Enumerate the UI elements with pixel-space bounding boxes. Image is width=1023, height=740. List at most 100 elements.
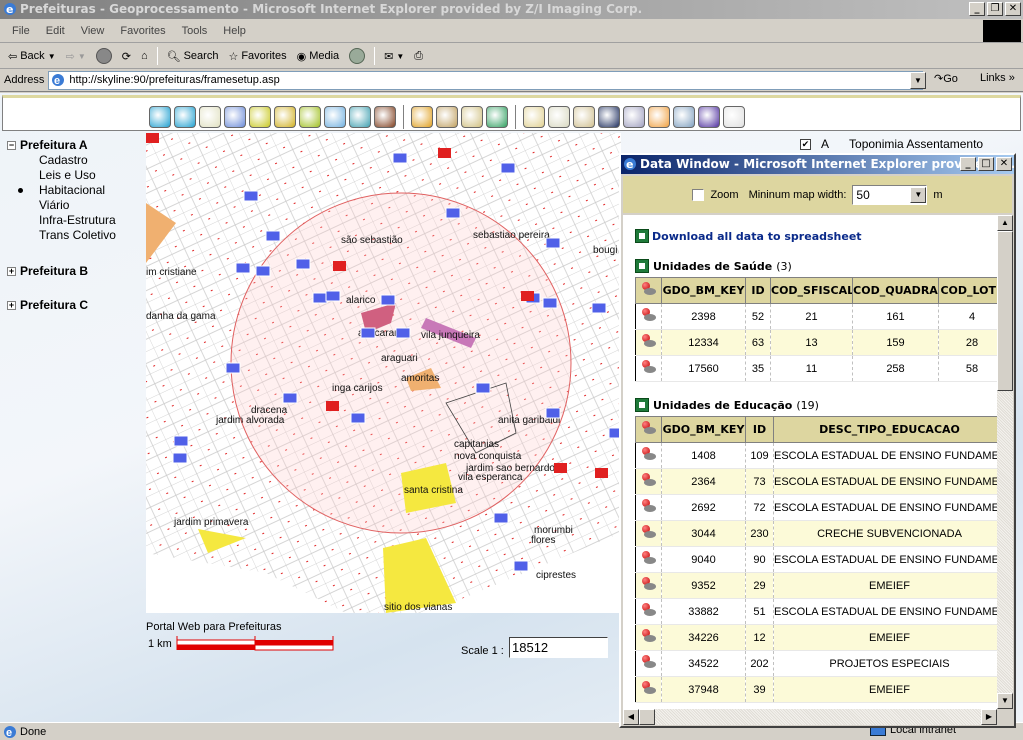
column-header[interactable]: GDO_BM_KEY (661, 277, 746, 304)
school-marker-icon[interactable] (265, 230, 281, 242)
pushpin-icon[interactable] (640, 629, 658, 643)
binoculars-tool-icon[interactable] (598, 106, 620, 128)
collapse-icon[interactable]: − (7, 140, 16, 150)
help-tool-icon[interactable] (698, 106, 720, 128)
locate-cell[interactable] (635, 442, 662, 469)
school-marker-icon[interactable] (395, 327, 411, 339)
locate-cell[interactable] (635, 329, 662, 356)
menu-favorites[interactable]: Favorites (112, 25, 173, 37)
query-tool-icon[interactable] (623, 106, 645, 128)
locate-cell[interactable] (635, 494, 662, 521)
map-canvas[interactable]: cedralsão sebastiãosebastiao pereiraboug… (146, 133, 621, 613)
school-marker-icon[interactable] (542, 297, 558, 309)
health-unit-marker-icon[interactable] (146, 133, 159, 143)
vertical-scrollbar[interactable]: ▲ ▼ (997, 215, 1013, 709)
xy-locate-tool-icon[interactable] (274, 106, 296, 128)
zoom-in-tool-icon[interactable] (149, 106, 171, 128)
nav-item-viario[interactable]: Viário (2, 198, 146, 213)
scroll-left-button[interactable]: ◀ (623, 709, 639, 725)
school-marker-icon[interactable] (172, 452, 188, 464)
locate-cell[interactable] (635, 520, 662, 547)
school-marker-icon[interactable] (445, 207, 461, 219)
report-tool-icon[interactable] (723, 106, 745, 128)
locate-cell[interactable] (635, 303, 662, 330)
locate-cell[interactable] (635, 572, 662, 599)
refresh-button[interactable]: ⟳ (118, 50, 135, 63)
horizontal-scrollbar[interactable]: ◀ ▶ (623, 709, 997, 725)
school-marker-icon[interactable] (243, 190, 259, 202)
school-marker-icon[interactable] (225, 362, 241, 374)
measure-line-tool-icon[interactable] (299, 106, 321, 128)
scroll-up-button[interactable]: ▲ (997, 215, 1013, 231)
pushpin-icon[interactable] (640, 447, 658, 461)
pushpin-icon[interactable] (640, 525, 658, 539)
dw-minimize-button[interactable]: _ (960, 157, 976, 171)
compass-tool-icon[interactable] (436, 106, 458, 128)
school-marker-icon[interactable] (591, 302, 607, 314)
go-button[interactable]: ↷Go (934, 72, 958, 85)
layer-checkbox[interactable]: ✔ (800, 138, 811, 150)
school-marker-icon[interactable] (493, 512, 509, 524)
nav-group-prefeitura-a[interactable]: − Prefeitura A (2, 137, 146, 153)
dw-maximize-button[interactable]: □ (978, 157, 994, 171)
scroll-thumb[interactable] (639, 709, 655, 725)
ruler-tool-icon[interactable] (461, 106, 483, 128)
home-button[interactable]: ⌂ (137, 50, 152, 62)
address-dropdown-button[interactable]: ▼ (910, 72, 926, 89)
stop-button[interactable] (92, 48, 116, 64)
nav-item-leis-e-uso[interactable]: Leis e Uso (2, 168, 146, 183)
pushpin-icon[interactable] (640, 681, 658, 695)
pan-tool-icon[interactable] (224, 106, 246, 128)
xy-goto-tool-icon[interactable] (411, 106, 433, 128)
download-spreadsheet-link[interactable]: Download all data to spreadsheet (635, 229, 997, 243)
nav-item-infra-estrutura[interactable]: Infra-Estrutura (2, 213, 146, 228)
dw-close-button[interactable]: ✕ (996, 157, 1012, 171)
pushpin-icon[interactable] (640, 577, 658, 591)
school-marker-icon[interactable] (360, 327, 376, 339)
address-input[interactable]: e http://skyline:90/prefeituras/frameset… (48, 70, 924, 90)
school-marker-icon[interactable] (173, 435, 189, 447)
nav-item-cadastro[interactable]: Cadastro (2, 153, 146, 168)
school-marker-icon[interactable] (475, 382, 491, 394)
pushpin-icon[interactable] (640, 473, 658, 487)
print-tool-icon[interactable] (673, 106, 695, 128)
nav-item-habitacional[interactable]: Habitacional (2, 183, 146, 198)
spreadsheet-icon[interactable] (635, 259, 649, 273)
pushpin-icon[interactable] (640, 308, 658, 322)
health-unit-marker-icon[interactable] (438, 148, 451, 158)
school-marker-icon[interactable] (350, 412, 366, 424)
column-header[interactable]: ID (745, 277, 771, 304)
health-unit-marker-icon[interactable] (595, 468, 608, 478)
column-header[interactable]: COD_SFISCAL (770, 277, 853, 304)
school-marker-icon[interactable] (545, 407, 561, 419)
scroll-right-button[interactable]: ▶ (981, 709, 997, 725)
health-unit-marker-icon[interactable] (326, 401, 339, 411)
menu-view[interactable]: View (73, 25, 113, 37)
map-svg[interactable]: cedralsão sebastiãosebastiao pereiraboug… (146, 133, 621, 613)
pushpin-icon[interactable] (640, 655, 658, 669)
restore-button[interactable]: ❐ (987, 2, 1003, 16)
media-button[interactable]: ◉ Media (293, 50, 344, 63)
nav-item-trans-coletivo[interactable]: Trans Coletivo (2, 228, 146, 243)
scroll-down-button[interactable]: ▼ (997, 693, 1013, 709)
health-unit-marker-icon[interactable] (554, 463, 567, 473)
pushpin-icon[interactable] (640, 360, 658, 374)
paint-tool-icon[interactable] (374, 106, 396, 128)
forward-button[interactable]: ⇨ ▼ (62, 50, 90, 63)
school-marker-icon[interactable] (282, 392, 298, 404)
print-button[interactable]: ⎙ (410, 50, 427, 63)
back-button[interactable]: ⇦ Back ▼ (4, 50, 60, 63)
zoom-out-tool-icon[interactable] (174, 106, 196, 128)
school-marker-icon[interactable] (325, 290, 341, 302)
links-button[interactable]: Links » (980, 72, 1015, 84)
scroll-thumb[interactable] (997, 231, 1013, 391)
search-button[interactable]: 🔍︎ Search (163, 50, 223, 63)
school-marker-icon[interactable] (500, 162, 516, 174)
expand-icon[interactable]: + (7, 266, 16, 276)
minimize-button[interactable]: _ (969, 2, 985, 16)
locate-cell[interactable] (635, 650, 662, 677)
globe-grid-tool-icon[interactable] (573, 106, 595, 128)
school-marker-icon[interactable] (255, 265, 271, 277)
column-header[interactable]: COD_QUADRA (852, 277, 939, 304)
locate-cell[interactable] (635, 624, 662, 651)
